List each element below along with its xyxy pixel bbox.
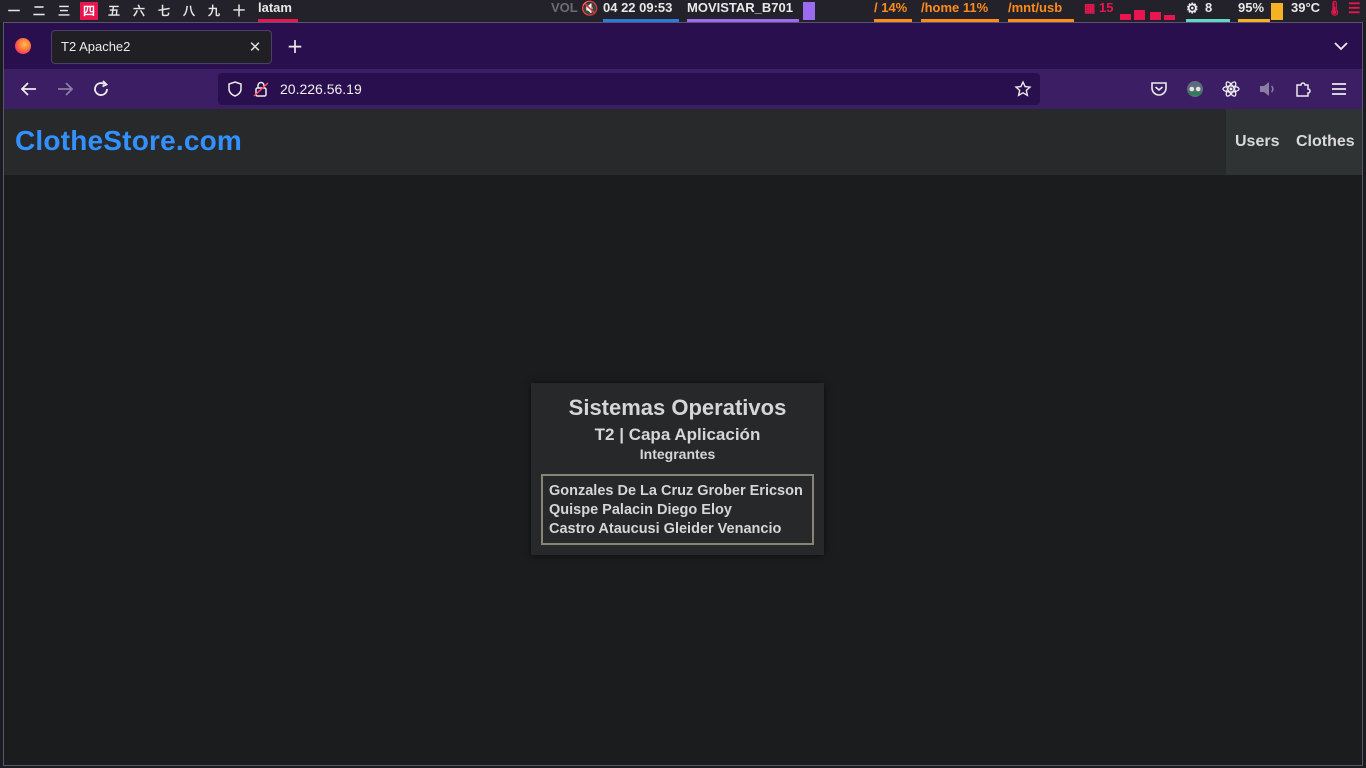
battery-icon	[1271, 3, 1283, 20]
tab-bar: T2 Apache2 ✕ +	[4, 23, 1362, 69]
cpu-icon: ⚙	[1186, 0, 1199, 16]
private-extension-button[interactable]	[1184, 78, 1206, 100]
close-icon[interactable]: ✕	[245, 37, 265, 57]
workspace-6[interactable]: 六	[130, 2, 148, 20]
cpu-temp-value: 15	[1099, 0, 1114, 15]
site-brand-link[interactable]: ClotheStore.com	[15, 125, 242, 157]
reload-icon	[94, 80, 109, 96]
nav-link-clothes[interactable]: Clothes	[1296, 133, 1355, 151]
workspace-1[interactable]: 一	[5, 2, 23, 20]
workspace-8[interactable]: 八	[180, 2, 198, 20]
disk-root: / 14%	[874, 0, 908, 15]
workspace-2[interactable]: 二	[30, 2, 48, 20]
wifi-network: MOVISTAR_B701	[687, 0, 793, 15]
react-devtools-button[interactable]	[1220, 78, 1242, 100]
back-button[interactable]	[18, 78, 40, 100]
card-title: Sistemas Operativos	[568, 395, 787, 420]
course-info-card: Sistemas Operativos T2 | Capa Aplicación…	[531, 383, 824, 555]
audio-extension-button[interactable]	[1256, 78, 1278, 100]
chevron-down-icon[interactable]	[1330, 35, 1352, 57]
arrow-right-icon	[58, 82, 74, 96]
reload-button[interactable]	[90, 78, 112, 100]
menu-icon[interactable]: ☰	[1348, 0, 1361, 18]
new-tab-button[interactable]: +	[284, 35, 306, 57]
navigation-toolbar: 20.226.56.19	[4, 69, 1362, 109]
speaker-icon	[1260, 82, 1274, 96]
network-graph	[803, 2, 815, 20]
system-status-bar: 一 二 三 四 五 六 七 八 九 十 latam VOL 🔇 04 22 09…	[0, 0, 1366, 22]
datetime: 04 22 09:53	[603, 0, 673, 15]
disk-home: /home 11%	[921, 0, 989, 15]
disk-usb: /mnt/usb	[1008, 0, 1063, 15]
site-nav: Users Clothes	[1226, 109, 1362, 175]
firefox-logo-icon	[15, 38, 31, 54]
app-menu-button[interactable]	[1328, 78, 1350, 100]
url-bar[interactable]: 20.226.56.19	[218, 73, 1040, 105]
forward-button[interactable]	[54, 78, 76, 100]
cpu-count: 8	[1205, 0, 1213, 15]
tab-t2-apache2[interactable]: T2 Apache2 ✕	[51, 30, 272, 64]
hamburger-menu-icon	[1332, 83, 1346, 95]
url-text[interactable]: 20.226.56.19	[280, 81, 362, 97]
temperature: 39°C	[1291, 0, 1321, 15]
site-header: ClotheStore.com Users Clothes	[4, 109, 1362, 175]
extensions-button[interactable]	[1292, 78, 1314, 100]
member-item: Gonzales De La Cruz Grober Ericson	[549, 483, 803, 499]
nav-link-users[interactable]: Users	[1235, 133, 1279, 151]
browser-window: T2 Apache2 ✕ + 20.226.56.19 ClotheStore.…	[3, 22, 1363, 766]
puzzle-icon	[1296, 82, 1311, 97]
workspace-3[interactable]: 三	[55, 2, 73, 20]
workspace-5[interactable]: 五	[105, 2, 123, 20]
thermometer-icon: 🌡	[1326, 0, 1344, 16]
workspace-4[interactable]: 四	[80, 2, 98, 20]
volume-label: VOL	[551, 0, 578, 15]
cpu-temp-icon: ▦	[1084, 1, 1096, 15]
shield-icon[interactable]	[226, 80, 244, 98]
pocket-icon	[1151, 82, 1167, 96]
card-subtitle: T2 | Capa Aplicación	[594, 425, 761, 444]
insecure-lock-icon[interactable]	[252, 80, 270, 98]
mute-icon: 🔇	[581, 0, 599, 16]
member-item: Castro Ataucusi Gleider Venancio	[549, 521, 782, 537]
pocket-button[interactable]	[1148, 78, 1170, 100]
battery-level: 95%	[1238, 0, 1265, 15]
arrow-left-icon	[20, 82, 36, 96]
react-icon	[1222, 81, 1240, 97]
member-item: Quispe Palacin Diego Eloy	[549, 502, 732, 518]
workspace-7[interactable]: 七	[155, 2, 173, 20]
card-section-heading: Integrantes	[639, 446, 716, 462]
workspace-10[interactable]: 十	[230, 2, 248, 20]
tab-title: T2 Apache2	[61, 39, 131, 54]
members-list: Gonzales De La Cruz Grober Ericson Quisp…	[541, 474, 814, 545]
workspace-9[interactable]: 九	[205, 2, 223, 20]
keyboard-layout: latam	[258, 0, 292, 15]
incognito-icon	[1187, 81, 1203, 97]
bookmark-star-icon[interactable]	[1014, 80, 1032, 98]
web-page: ClotheStore.com Users Clothes Sistemas O…	[4, 109, 1362, 765]
